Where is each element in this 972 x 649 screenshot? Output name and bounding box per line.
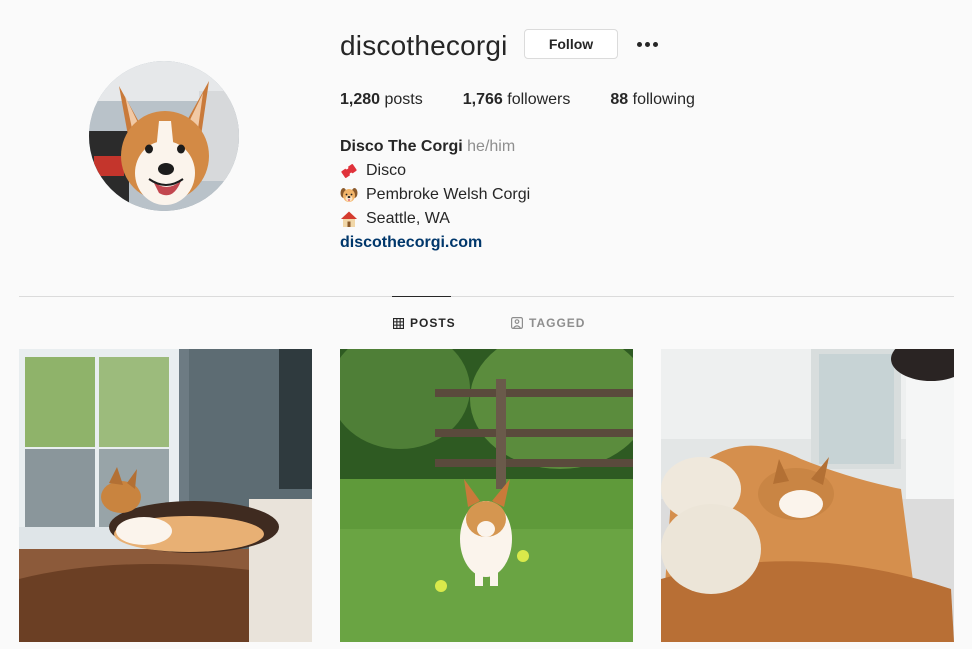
post-image-corgi-couch <box>661 349 954 642</box>
bio-line-disco: Disco <box>340 159 530 183</box>
tagged-icon <box>511 317 523 329</box>
following-count[interactable]: 88 following <box>610 91 695 109</box>
bio-line-breed: Pembroke Welsh Corgi <box>340 183 530 207</box>
tab-tagged-label: TAGGED <box>529 316 586 330</box>
bio-display-name: Disco The Corgi <box>340 138 463 155</box>
profile-bio: Disco The Corgi he/him Disco Pembroke We… <box>340 135 530 255</box>
tab-posts[interactable]: POSTS <box>393 316 456 330</box>
bio-line-location: Seattle, WA <box>340 207 530 231</box>
posts-count-label: posts <box>384 91 423 108</box>
profile-stats: 1,280 posts 1,766 followers 88 following <box>340 91 735 109</box>
posts-count: 1,280 posts <box>340 91 423 109</box>
post-thumbnail[interactable] <box>661 349 954 642</box>
grid-icon <box>393 317 404 329</box>
house-emoji-icon <box>341 211 357 227</box>
followers-count[interactable]: 1,766 followers <box>463 91 571 109</box>
dot <box>652 41 658 47</box>
dog-face-emoji-icon <box>340 188 358 202</box>
following-count-label: following <box>632 91 695 108</box>
profile-username: discothecorgi <box>340 30 508 61</box>
bio-website-link[interactable]: discothecorgi.com <box>340 234 482 251</box>
tabs-divider <box>19 296 954 297</box>
bio-name-line: Disco The Corgi he/him <box>340 135 530 159</box>
bio-line-text: Disco <box>366 162 407 179</box>
posts-count-value: 1,280 <box>340 91 381 108</box>
active-tab-indicator <box>392 296 451 297</box>
ticket-emoji-icon <box>341 164 357 178</box>
tab-posts-label: POSTS <box>410 316 456 330</box>
profile-page: discothecorgi Follow 1,280 posts 1,766 f… <box>0 0 972 649</box>
bio-line-text: Seattle, WA <box>366 210 450 227</box>
tab-tagged[interactable]: TAGGED <box>511 316 585 330</box>
follow-button[interactable]: Follow <box>524 29 618 59</box>
following-count-value: 88 <box>610 91 629 108</box>
dot <box>636 41 642 47</box>
dot <box>644 41 650 47</box>
followers-count-label: followers <box>507 91 571 108</box>
post-thumbnail[interactable] <box>340 349 633 642</box>
profile-avatar[interactable] <box>89 61 239 211</box>
post-image-corgi-window <box>19 349 312 642</box>
more-options-icon[interactable] <box>632 32 662 56</box>
bio-pronouns: he/him <box>467 138 516 155</box>
post-image-corgi-lawn <box>340 349 633 642</box>
corgi-avatar-image <box>89 61 239 211</box>
bio-line-text: Pembroke Welsh Corgi <box>366 186 531 203</box>
followers-count-value: 1,766 <box>462 91 503 108</box>
post-thumbnail[interactable] <box>19 349 312 642</box>
